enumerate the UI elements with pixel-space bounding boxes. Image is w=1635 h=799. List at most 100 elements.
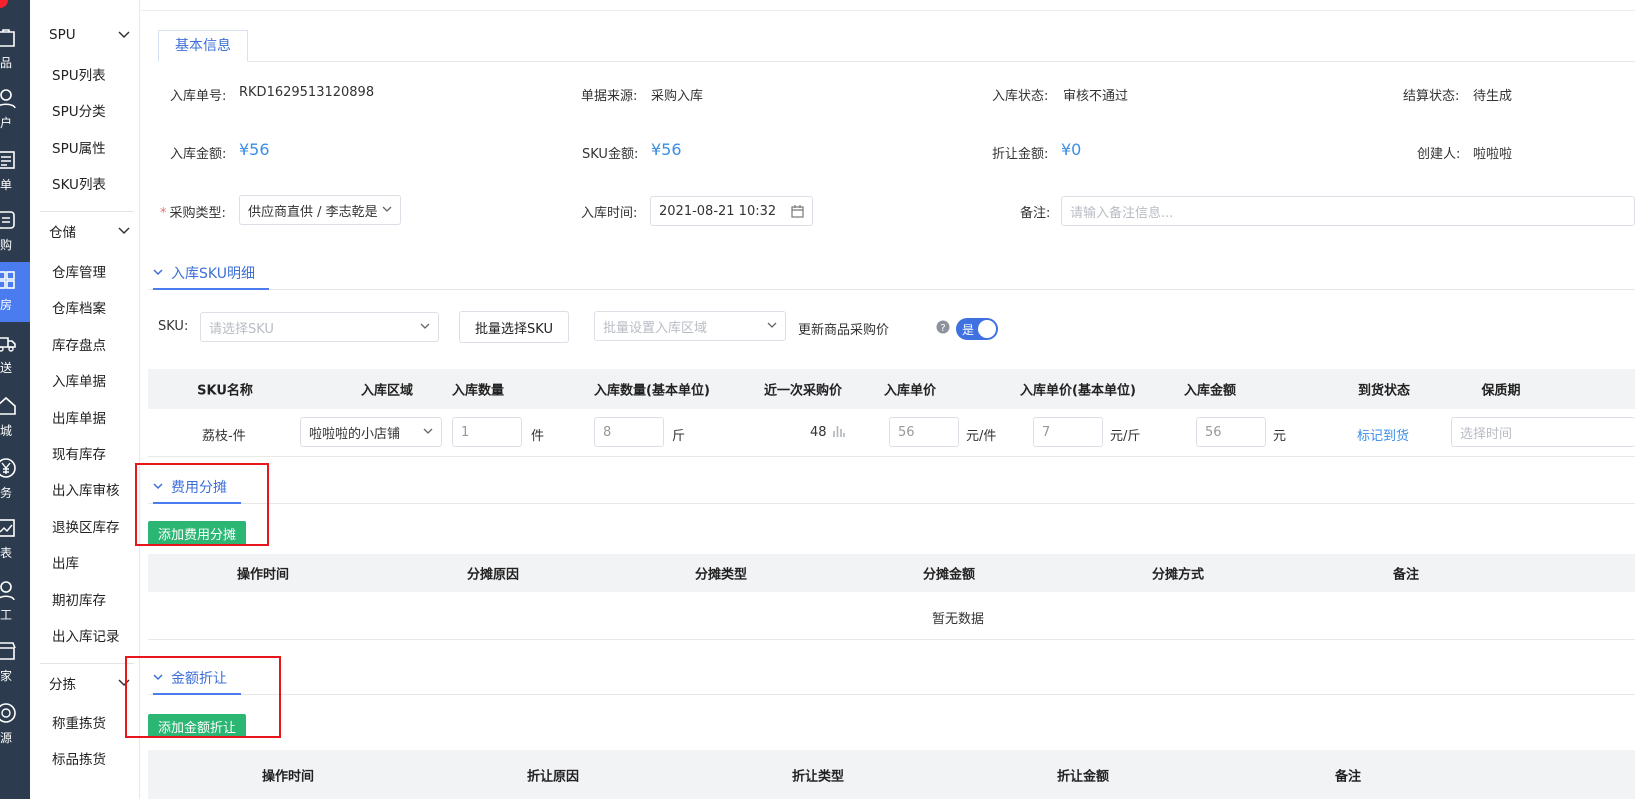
menu-item-outbound[interactable]: 出库 [52, 552, 79, 572]
col-header: 入库单价 [883, 383, 937, 399]
rail-item-warehouse[interactable]: 库房 [0, 262, 30, 322]
rail-item-goods[interactable]: 商品 [0, 20, 30, 78]
sku-table-header: SKU名称 入库区域 入库数量 入库数量(基本单位) 近一次采购价 入库单价 入… [148, 369, 1635, 409]
col-header: 保质期 [1481, 383, 1521, 399]
top-divider [141, 10, 1635, 11]
settle-label: 结算状态: [1403, 89, 1460, 104]
remark-label: 备注: [1020, 206, 1051, 221]
menu-group-sorting[interactable]: 分拣 [40, 663, 134, 701]
price-trend-icon[interactable] [833, 424, 845, 438]
creator-label: 创建人: [1417, 147, 1461, 162]
sku-select[interactable]: 请选择SKU [200, 312, 439, 342]
status-value: 审核不通过 [1063, 89, 1129, 104]
sku-amount-label: SKU金额: [582, 147, 639, 162]
time-label: 入库时间: [581, 206, 638, 221]
base-unit: 斤 [672, 429, 686, 444]
section-sku-title[interactable]: 入库SKU明细 [153, 258, 269, 290]
empty-row: 暂无数据 [148, 592, 1635, 640]
menu-item-spu-category[interactable]: SPU分类 [52, 100, 106, 120]
rail-item-merchant[interactable]: 商家 [0, 633, 30, 691]
sub-menu: SPU SPU列表 SPU分类 SPU属性 SKU列表 仓储 仓库管理 仓库档案… [30, 0, 140, 799]
chevron-down-icon [153, 269, 163, 276]
yen-icon [0, 458, 16, 478]
rail-item-trace[interactable]: 溯源 [0, 695, 30, 753]
rail-item-report[interactable]: 报表 [0, 510, 30, 568]
col-header: 操作时间 [236, 567, 290, 583]
status-label: 入库状态: [992, 89, 1049, 104]
source-label: 单据来源: [581, 89, 638, 104]
rail-item-customer[interactable]: 客户 [0, 80, 30, 138]
col-header: 入库金额 [1183, 383, 1237, 399]
update-price-toggle[interactable]: 是 [956, 318, 998, 340]
rail-item-staff[interactable]: 员工 [0, 572, 30, 630]
menu-item-std-pick[interactable]: 标品拣货 [52, 748, 106, 768]
menu-item-spu-attr[interactable]: SPU属性 [52, 137, 106, 157]
last-price: 48 [810, 425, 827, 440]
menu-item-io-records[interactable]: 出入库记录 [52, 625, 120, 645]
sku-amount-value: ¥56 [651, 140, 682, 159]
row-area-select[interactable]: 啦啦啦的小店铺 [300, 417, 442, 447]
toggle-knob [978, 320, 996, 338]
base-price-input[interactable]: 7 [1033, 417, 1103, 447]
rail-item-purchase[interactable]: 采购 [0, 202, 30, 260]
purchase-type-label: * 采购类型: [160, 206, 226, 221]
time-picker[interactable]: 2021-08-21 10:32 [650, 196, 813, 226]
chevron-down-icon [423, 428, 433, 434]
price-input[interactable]: 56 [889, 417, 959, 447]
fee-table-header: 操作时间 分摊原因 分摊类型 分摊金额 分摊方式 备注 [148, 554, 1635, 592]
discount-table-header: 操作时间 折让原因 折让类型 折让金额 备注 [148, 750, 1635, 799]
col-header: 分摊类型 [694, 567, 748, 583]
menu-item-warehouse-mgmt[interactable]: 仓库管理 [52, 261, 106, 281]
purchase-type-select[interactable]: 供应商直供 / 李志乾是 [239, 195, 401, 225]
section-sku-detail: 入库SKU明细 [148, 258, 1635, 290]
menu-item-outbound-docs[interactable]: 出库单据 [52, 407, 106, 427]
rail-item-mall[interactable]: 商城 [0, 388, 30, 446]
col-header: 分摊金额 [922, 567, 976, 583]
amount-input[interactable]: 56 [1196, 417, 1266, 447]
home-icon [0, 396, 16, 415]
user-icon [0, 89, 16, 109]
calendar-icon [791, 205, 804, 218]
settle-value: 待生成 [1473, 89, 1513, 104]
menu-item-sku-list[interactable]: SKU列表 [52, 173, 106, 193]
rail-item-delivery[interactable]: 配送 [0, 325, 30, 383]
source-value: 采购入库 [651, 89, 704, 104]
batch-area-select[interactable]: 批量设置入库区域 [594, 311, 786, 341]
section-fee-allocation: 费用分摊 [148, 472, 1635, 504]
col-header: 折让类型 [791, 769, 845, 784]
col-header: 备注 [1392, 567, 1420, 583]
menu-item-opening-stock[interactable]: 期初库存 [52, 589, 106, 609]
menu-group-storage[interactable]: 仓储 [40, 211, 134, 249]
svg-text:?: ? [940, 323, 945, 334]
base-qty-input[interactable]: 8 [594, 417, 664, 447]
notification-badge [0, 0, 8, 8]
menu-item-io-review[interactable]: 出入库审核 [52, 479, 120, 499]
help-icon[interactable]: ? [936, 320, 950, 334]
qty-input[interactable]: 1 [452, 417, 522, 447]
order-no-label: 入库单号: [170, 89, 227, 104]
col-header: 分摊方式 [1151, 567, 1205, 583]
tab-basic-info[interactable]: 基本信息 [158, 30, 248, 62]
menu-item-weigh-pick[interactable]: 称重拣货 [52, 712, 106, 732]
menu-item-inbound-docs[interactable]: 入库单据 [52, 370, 106, 390]
menu-item-spu-list[interactable]: SPU列表 [52, 64, 106, 84]
col-header: 到货状态 [1357, 383, 1411, 399]
menu-item-current-stock[interactable]: 现有库存 [52, 443, 106, 463]
remark-input[interactable]: 请输入备注信息... [1061, 196, 1635, 226]
order-no-value: RKD1629513120898 [239, 85, 375, 100]
amount-unit: 元 [1273, 429, 1287, 444]
price-unit: 元/件 [966, 429, 997, 444]
col-header: 操作时间 [261, 769, 315, 784]
rail-item-order[interactable]: 订单 [0, 142, 30, 200]
menu-group-spu[interactable]: SPU [40, 16, 134, 54]
col-header: 备注 [1334, 769, 1362, 784]
shop-icon [0, 642, 16, 660]
menu-item-stocktake[interactable]: 库存盘点 [52, 334, 106, 354]
highlight-box-discount [125, 656, 281, 738]
menu-item-warehouse-archive[interactable]: 仓库档案 [52, 297, 106, 317]
mark-arrived-link[interactable]: 标记到货 [1357, 425, 1409, 444]
batch-select-sku-button[interactable]: 批量选择SKU [459, 311, 569, 343]
expiry-date-picker[interactable]: 选择时间 [1451, 417, 1635, 447]
rail-item-finance[interactable]: 财务 [0, 450, 30, 508]
menu-item-return-stock[interactable]: 退换区库存 [52, 516, 120, 536]
